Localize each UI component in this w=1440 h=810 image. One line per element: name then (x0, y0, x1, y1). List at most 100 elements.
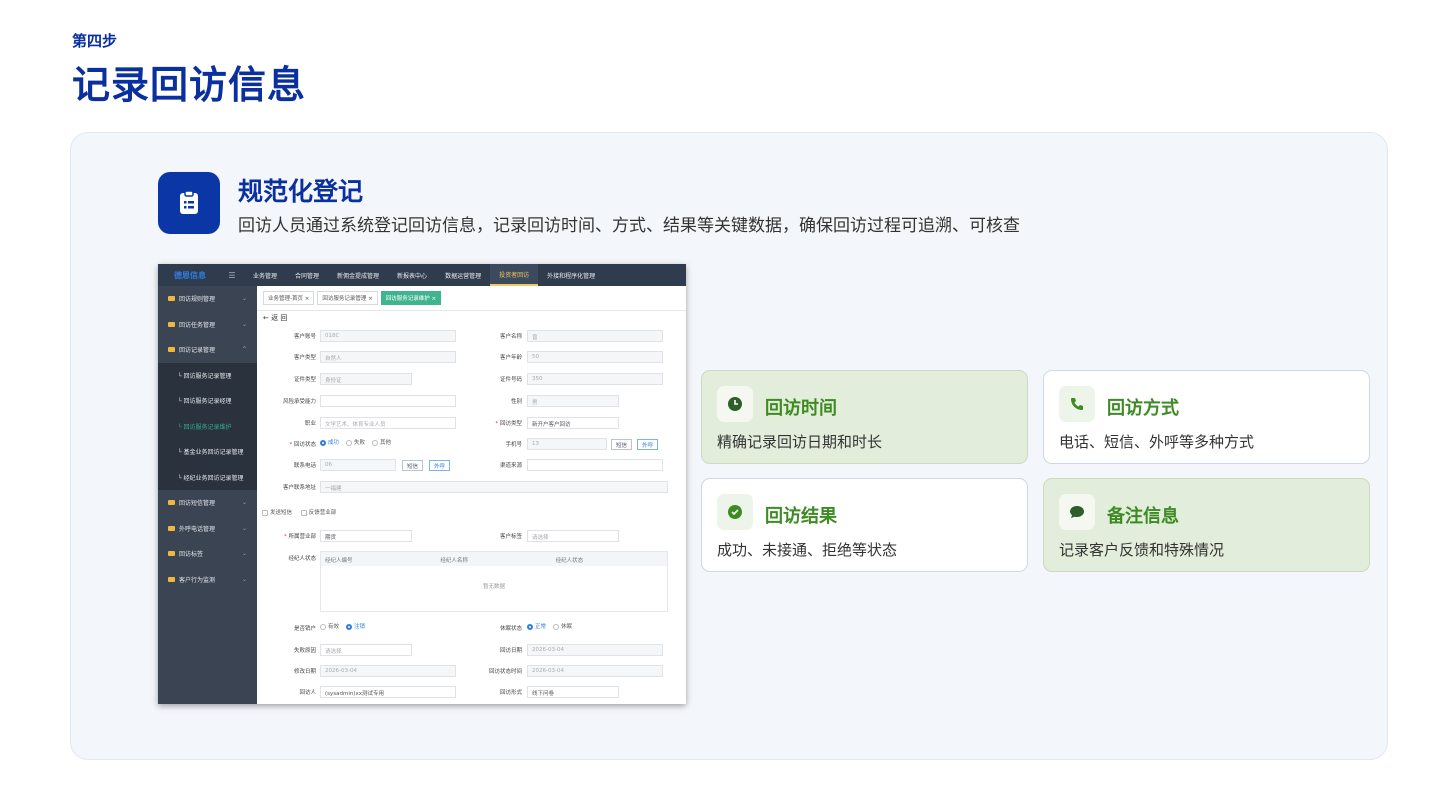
form-content: 业务管理-首页 × 回访服务记录管理 × 回访服务记录维护 × ← 返 回 (257, 286, 686, 704)
radio-label: 休眠 (561, 624, 573, 630)
tab-home[interactable]: 业务管理-首页 × (263, 291, 315, 305)
folder-icon (168, 500, 175, 506)
sidebar-item[interactable]: 客户行为监测 ⌄ (158, 567, 257, 593)
page-title: 记录回访信息 (72, 63, 307, 107)
field-job[interactable]: 文学艺术、体育专业人员 (320, 417, 456, 429)
field-age[interactable]: 50 (527, 351, 663, 363)
field-ctype[interactable]: 自然人 (320, 351, 456, 363)
label-name: 客户名称 (499, 334, 522, 340)
radio[interactable] (346, 439, 353, 446)
label-idtype: 证件类型 (293, 377, 316, 383)
checkbox[interactable] (262, 509, 268, 516)
sidebar-item[interactable]: 回访规则管理 ⌄ (158, 286, 257, 312)
sidebar-subitem[interactable]: └ 基金业务回访记录管理 (158, 439, 257, 465)
field-addr[interactable]: 一福建 (320, 481, 668, 493)
sms-button[interactable]: 短信 (611, 439, 633, 450)
topnav-item[interactable]: 业务管理 (244, 264, 286, 286)
checkbox-label: 反馈营业部 (308, 510, 337, 516)
check-circle-icon (717, 494, 753, 530)
back-button[interactable]: ← 返 回 (263, 313, 287, 323)
field-name[interactable]: 曾 (527, 330, 663, 342)
field-lost[interactable]: 请选择 (320, 644, 412, 656)
sidebar-item[interactable]: 回访任务管理 ⌄ (158, 312, 257, 338)
topnav-item[interactable]: 外接和程序化管理 (538, 264, 604, 286)
radio[interactable] (372, 439, 379, 446)
radio-group-canceled[interactable]: 有效 注销 (320, 622, 365, 630)
topnav-item-active[interactable]: 投资者回访 (490, 264, 539, 286)
topnav-item[interactable]: 新报表中心 (388, 264, 436, 286)
sidebar-label: 回访短信管理 (179, 500, 216, 508)
topnav-item[interactable]: 新佣金提成管理 (328, 264, 388, 286)
card-title: 回访时间 (765, 398, 837, 419)
sidebar-label: 回访规则管理 (179, 296, 216, 304)
card-desc: 记录客户反馈和特殊情况 (1059, 541, 1225, 559)
sidebar-label: 外呼电话管理 (179, 525, 216, 533)
field-risk[interactable] (320, 395, 456, 407)
card-visit-time: 回访时间 精确记录回访日期和时长 (701, 370, 1028, 464)
field-vsdate[interactable]: 2026-03-04 (527, 665, 663, 677)
tab-record-manage[interactable]: 回访服务记录管理 × (317, 291, 378, 305)
sidebar-label: 回访记录管理 (179, 347, 216, 355)
table-header-cell: 经纪人编号 (325, 558, 353, 564)
field-visitor[interactable]: (sysadmin)xx测试专用 (320, 686, 456, 698)
radio-group-dormant[interactable]: 正常 休眠 (527, 622, 572, 630)
app-screenshot: 德恩信息 ☰ 业务管理 合同管理 新佣金提成管理 新报表中心 数据运营管理 投资… (158, 264, 686, 704)
radio[interactable] (320, 623, 326, 630)
label-idno: 证件号码 (499, 377, 522, 383)
tab-record-maintain[interactable]: 回访服务记录维护 × (380, 291, 442, 305)
radio-selected[interactable] (527, 623, 533, 630)
tab-bar: 业务管理-首页 × 回访服务记录管理 × 回访服务记录维护 × (257, 286, 686, 311)
field-gender[interactable]: 男 (527, 395, 619, 407)
radio-label: 失败 (354, 440, 366, 446)
radio-label: 其他 (380, 440, 392, 446)
checkbox-row: 发送短信 反馈营业部 (262, 508, 336, 516)
card-title: 回访结果 (765, 506, 837, 527)
field-mdate[interactable]: 2026-03-04 (320, 665, 456, 677)
field-vform[interactable]: 线下问卷 (527, 686, 619, 698)
checkbox-label: 发送短信 (270, 510, 293, 516)
sidebar-item[interactable]: 回访短信管理 ⌄ (158, 490, 257, 516)
label-dormant: 休眠状态 (499, 626, 522, 632)
folder-icon (168, 321, 175, 327)
sidebar-subitem[interactable]: └ 回访服务记录管理 (158, 362, 257, 388)
clock-icon (717, 386, 753, 422)
call-button[interactable]: 外呼 (429, 460, 451, 471)
label-dept-text: 所属营业部 (288, 534, 316, 540)
topnav-item[interactable]: 合同管理 (286, 264, 328, 286)
label-vtype-text: 回访类型 (499, 421, 522, 427)
sidebar-subitem-active[interactable]: └ 回访服务记录维护 (158, 413, 257, 439)
field-source[interactable] (527, 459, 663, 471)
radio-selected[interactable] (346, 623, 353, 630)
call-button[interactable]: 外呼 (637, 439, 659, 450)
field-mobile[interactable]: 13 (527, 438, 607, 450)
checkbox[interactable] (300, 509, 307, 516)
label-vform: 回访形式 (499, 690, 522, 696)
field-vdate[interactable]: 2026-03-04 (527, 644, 663, 656)
field-dept[interactable]: 期货 (320, 530, 412, 542)
card-remark-info: 备注信息 记录客户反馈和特殊情况 (1043, 478, 1370, 572)
sms-button[interactable]: 短信 (402, 460, 424, 471)
topnav-item[interactable]: 数据运营管理 (436, 264, 490, 286)
chevron-down-icon: ⌄ (241, 524, 247, 532)
radio-label: 有效 (328, 624, 340, 630)
field-tag[interactable]: 请选择 (527, 530, 619, 542)
field-phone[interactable]: 06 (320, 459, 396, 471)
field-idno[interactable]: 350 (527, 373, 663, 385)
folder-icon (168, 551, 175, 557)
label-vstatus-text: 回访状态 (293, 442, 316, 448)
radio-selected[interactable] (320, 439, 326, 446)
label-vsdate: 回访状态时间 (488, 669, 522, 675)
field-acct[interactable]: 018C (320, 330, 456, 342)
label-ctype: 客户类型 (293, 355, 316, 361)
field-idtype[interactable]: 身份证 (320, 373, 412, 385)
radio-group-vstatus[interactable]: 成功 失败 其他 (320, 438, 391, 446)
sidebar-item[interactable]: 回访标签 ⌄ (158, 541, 257, 567)
sidebar-subitem[interactable]: └ 回访服务记录经理 (158, 388, 257, 414)
sidebar-subitem[interactable]: └ 经纪业务回访记录管理 (158, 464, 257, 490)
field-vtype[interactable]: 新开户客户回访 (527, 417, 619, 429)
sidebar-item[interactable]: 外呼电话管理 ⌄ (158, 516, 257, 542)
sidebar-item[interactable]: 回访记录管理 ^ (158, 337, 257, 363)
menu-toggle-icon[interactable]: ☰ (220, 271, 244, 280)
radio[interactable] (553, 623, 560, 630)
label-visitor: 回访人 (299, 690, 316, 696)
